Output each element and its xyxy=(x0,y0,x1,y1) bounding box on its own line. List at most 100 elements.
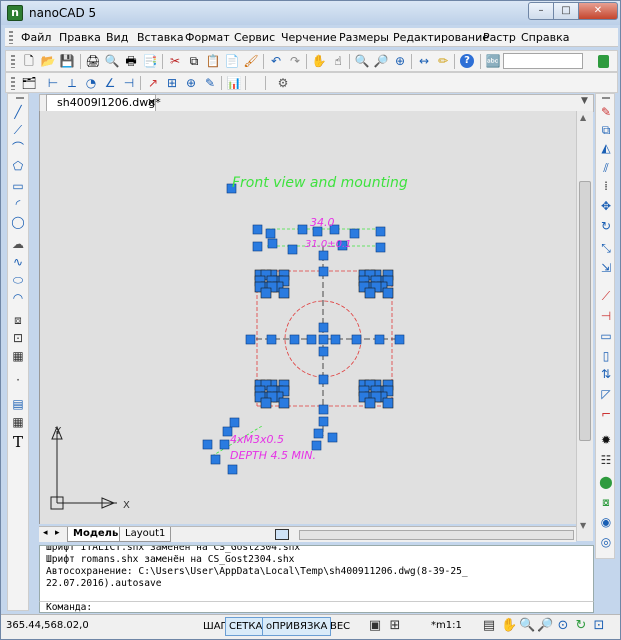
spline-icon[interactable]: ∿ xyxy=(10,254,26,270)
grip-handle[interactable] xyxy=(287,244,298,255)
dim-linear-icon[interactable]: ⊢ xyxy=(44,74,62,92)
mtext-icon[interactable]: T xyxy=(10,434,26,450)
grip-handle[interactable] xyxy=(318,346,329,357)
offset-icon[interactable]: ⫽ xyxy=(598,160,614,176)
break-icon[interactable]: ▭ xyxy=(598,328,614,344)
dim-label-top[interactable]: 34.0 xyxy=(310,216,335,229)
grip-handle[interactable] xyxy=(318,374,329,385)
menu-edit[interactable]: Правка xyxy=(59,31,101,44)
rectangle-icon[interactable]: ▭ xyxy=(10,178,26,194)
toolbar-grip[interactable] xyxy=(11,55,15,68)
dim-style-icon[interactable]: 📊 xyxy=(225,74,243,92)
move-icon[interactable]: ✥ xyxy=(598,198,614,214)
pencil-icon[interactable]: ✏ xyxy=(434,52,452,70)
grip-handle[interactable] xyxy=(227,464,238,475)
grip-handle[interactable] xyxy=(306,334,317,345)
zoom-extents-icon[interactable]: ⊕ xyxy=(391,52,409,70)
match-properties-icon[interactable]: 🖌 xyxy=(242,52,260,70)
polygon-icon[interactable]: ⬠ xyxy=(10,158,26,174)
grip-handle[interactable] xyxy=(375,242,386,253)
mounting-hole-top-right[interactable] xyxy=(364,287,376,299)
grip-handle[interactable] xyxy=(318,404,329,415)
rotate-icon[interactable]: ↻ xyxy=(598,218,614,234)
grip-handle[interactable] xyxy=(375,226,386,237)
grip-handle[interactable] xyxy=(394,334,405,345)
dim-edit-icon[interactable]: ✎ xyxy=(201,74,219,92)
grid-toggle[interactable]: СЕТКА xyxy=(225,617,267,636)
close-button[interactable]: ✕ xyxy=(578,2,618,20)
layer-icon[interactable] xyxy=(594,52,612,70)
make-block-icon[interactable]: ⊡ xyxy=(10,330,26,346)
menu-raster[interactable]: Растр xyxy=(483,31,516,44)
model-space-icon[interactable] xyxy=(275,529,289,540)
menu-draw[interactable]: Черчение xyxy=(281,31,337,44)
grip-handle[interactable] xyxy=(265,228,276,239)
insert-block-icon[interactable]: ⧈ xyxy=(10,312,26,328)
grip-handle[interactable] xyxy=(289,334,300,345)
table-icon[interactable]: ▦ xyxy=(10,414,26,430)
ellipse-arc-icon[interactable]: ◠ xyxy=(10,290,26,306)
array-icon[interactable]: ⁞ xyxy=(598,178,614,194)
mounting-hole-top-left[interactable] xyxy=(260,287,272,299)
prev-layout-icon[interactable]: ◂ xyxy=(43,528,48,538)
mounting-hole-top-right[interactable] xyxy=(382,287,394,299)
grip-handle[interactable] xyxy=(219,439,230,450)
dim-label-depth[interactable]: DEPTH 4.5 MIN. xyxy=(230,449,316,462)
vertical-scrollbar[interactable]: ▲ ▼ xyxy=(576,111,593,541)
grip-handle[interactable] xyxy=(318,266,329,277)
join-icon[interactable]: ⇅ xyxy=(598,366,614,382)
toolbar-grip[interactable] xyxy=(11,77,15,90)
polyline-icon[interactable]: ⟋ xyxy=(10,122,26,138)
grip-handle[interactable] xyxy=(349,228,360,239)
properties-icon[interactable]: ☷ xyxy=(598,452,614,468)
command-line[interactable]: Команда: xyxy=(39,601,594,613)
grip-handle[interactable] xyxy=(318,250,329,261)
toolbar-grip[interactable] xyxy=(16,97,24,101)
tab-layout1[interactable]: Layout1 xyxy=(119,527,172,542)
ucs-x-label[interactable]: X xyxy=(123,500,130,511)
chamfer-icon[interactable]: ◸ xyxy=(598,386,614,402)
minimize-button[interactable]: – xyxy=(528,2,554,20)
tracking-icon[interactable]: ▣ xyxy=(367,618,383,634)
extend-icon[interactable]: ⊣ xyxy=(598,308,614,324)
revcloud-icon[interactable]: ☁ xyxy=(10,236,26,252)
ellipse-icon[interactable]: ⬭ xyxy=(10,272,26,288)
menu-tools[interactable]: Сервис xyxy=(234,31,275,44)
select-icon[interactable]: ◎ xyxy=(598,534,614,550)
paste-icon[interactable]: 📋 xyxy=(204,52,222,70)
ungroup-icon[interactable]: ◉ xyxy=(598,514,614,530)
zoom-previous-icon[interactable]: 🔎 xyxy=(372,52,390,70)
print-preview-icon[interactable]: 🔍 xyxy=(103,52,121,70)
mirror-icon[interactable]: ◭ xyxy=(598,140,614,156)
explode-icon[interactable]: ✹ xyxy=(598,432,614,448)
scroll-up-icon[interactable]: ▲ xyxy=(580,113,586,122)
horizontal-scroll-thumb[interactable] xyxy=(299,530,574,540)
title-bar[interactable]: n nanoCAD 5 – □ ✕ xyxy=(1,1,620,25)
grip-handle[interactable] xyxy=(318,334,329,345)
fullscreen-icon[interactable]: ⊡ xyxy=(591,618,607,634)
paste-special-icon[interactable]: 📄 xyxy=(223,52,241,70)
scale-icon[interactable]: ⤡ xyxy=(598,240,614,256)
drawing-canvas[interactable]: Front view and mounting 34.0 31.0±0.1 4xM3x… xyxy=(39,111,576,524)
dim-radius-icon[interactable]: ◔ xyxy=(82,74,100,92)
help-icon[interactable]: ? xyxy=(458,52,476,70)
dim-label-top-tol[interactable]: 31.0±0.1 xyxy=(305,239,352,250)
grip-handle[interactable] xyxy=(252,241,263,252)
center-mark-icon[interactable]: ⊕ xyxy=(182,74,200,92)
menu-modify[interactable]: Редактирование xyxy=(393,31,489,44)
circle-icon[interactable]: ◯ xyxy=(10,214,26,230)
new-icon[interactable]: 🗋 xyxy=(20,52,38,70)
menu-insert[interactable]: Вставка xyxy=(137,31,184,44)
grip-handle[interactable] xyxy=(267,238,278,249)
tab-list-arrow-icon[interactable]: ▼ xyxy=(581,96,588,106)
mounting-hole-bottom-right[interactable] xyxy=(382,397,394,409)
visibility-icon[interactable]: ▤ xyxy=(481,618,497,634)
arc-icon[interactable]: ⌒ xyxy=(10,140,26,156)
grip-handle[interactable] xyxy=(210,454,221,465)
annotation-scale[interactable]: *m1:1 xyxy=(431,619,462,633)
menu-view[interactable]: Вид xyxy=(106,31,128,44)
drawing-svg[interactable]: Front view and mounting 34.0 31.0±0.1 4xM3x… xyxy=(40,111,576,524)
copy-obj-icon[interactable]: ⧉ xyxy=(598,122,614,138)
style-dropdown[interactable] xyxy=(503,53,583,69)
zoom-window-status-icon[interactable]: 🔎 xyxy=(537,618,553,634)
